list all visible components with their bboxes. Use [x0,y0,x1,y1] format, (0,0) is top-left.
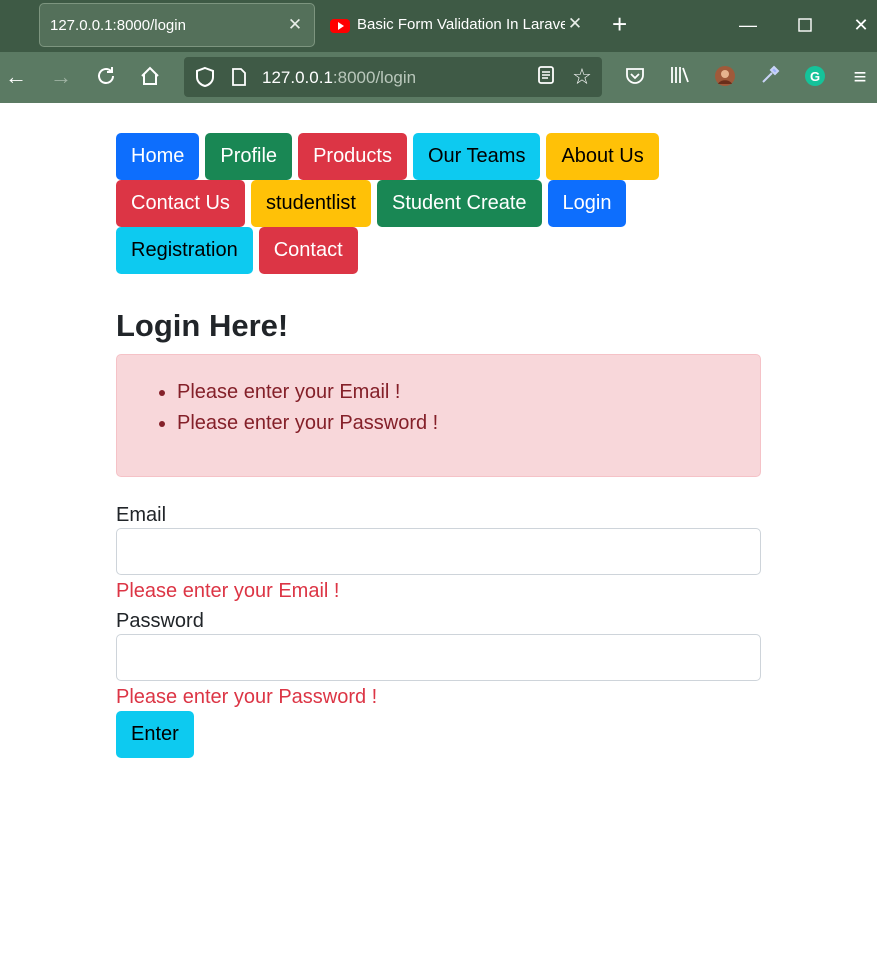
email-label: Email [116,504,167,526]
nav-studentlist-button[interactable]: studentlist [250,180,371,227]
shield-icon[interactable] [194,66,216,88]
nav-buttons: Home Profile Products Our Teams About Us… [116,133,761,274]
tab-title: Basic Form Validation In Laravel [357,16,565,33]
svg-text:G: G [810,69,820,84]
nav-contact-button[interactable]: Contact [258,227,358,274]
url-text: 127.0.0.1:8000/login [262,68,417,87]
email-error: Please enter your Email ! [116,580,340,602]
nav-registration-button[interactable]: Registration [116,227,253,274]
login-form: Email Please enter your Email ! Password… [116,502,761,758]
close-icon[interactable]: ✕ [567,15,583,32]
back-icon[interactable]: ← [4,65,28,89]
nav-login-button[interactable]: Login [547,180,627,227]
nav-home-button[interactable]: Home [116,133,200,180]
error-alert: Please enter your Email ! Please enter y… [116,354,761,477]
password-label: Password [116,610,204,632]
bookmark-star-icon[interactable]: ☆ [570,65,594,89]
page-container: Home Profile Products Our Teams About Us… [116,133,761,758]
eyedropper-icon[interactable] [758,65,782,89]
library-icon[interactable] [668,65,692,89]
grammarly-icon[interactable]: G [803,65,827,89]
close-window-icon[interactable]: ✕ [846,10,876,40]
password-field[interactable] [116,634,761,681]
password-error: Please enter your Password ! [116,686,378,708]
new-tab-icon[interactable]: + [612,11,627,37]
reload-icon[interactable] [94,65,118,89]
youtube-icon [330,19,350,33]
tab-youtube[interactable]: Basic Form Validation In Laravel ✕ [320,3,590,47]
page-title: Login Here! [116,308,289,343]
tab-title: 127.0.0.1:8000/login [50,17,186,34]
close-icon[interactable]: ✕ [287,16,303,33]
maximize-icon[interactable] [790,10,820,40]
nav-student-create-button[interactable]: Student Create [377,180,542,227]
nav-profile-button[interactable]: Profile [205,133,293,180]
profile-avatar-icon[interactable] [713,65,737,89]
alert-error-item: Please enter your Email ! [177,377,760,408]
email-field[interactable] [116,528,761,575]
nav-products-button[interactable]: Products [298,133,407,180]
menu-icon[interactable]: ≡ [848,65,872,89]
nav-about-us-button[interactable]: About Us [546,133,659,180]
home-icon[interactable] [138,65,162,89]
reader-view-icon[interactable] [534,65,558,89]
enter-button[interactable]: Enter [116,711,194,758]
alert-error-item: Please enter your Password ! [177,408,760,439]
page-icon[interactable] [229,67,249,87]
nav-our-teams-button[interactable]: Our Teams [413,133,541,180]
minimize-icon[interactable]: — [733,10,763,40]
address-bar[interactable]: 127.0.0.1:8000/login ☆ [184,57,602,97]
browser-tab-bar: 127.0.0.1:8000/login ✕ Basic Form Valida… [0,0,877,52]
pocket-icon[interactable] [623,65,647,89]
nav-contact-us-button[interactable]: Contact Us [116,180,245,227]
forward-icon[interactable]: → [49,65,73,89]
tab-login[interactable]: 127.0.0.1:8000/login ✕ [39,3,315,47]
browser-toolbar: ← → 127.0.0.1:8000/login ☆ G ≡ [0,52,877,103]
